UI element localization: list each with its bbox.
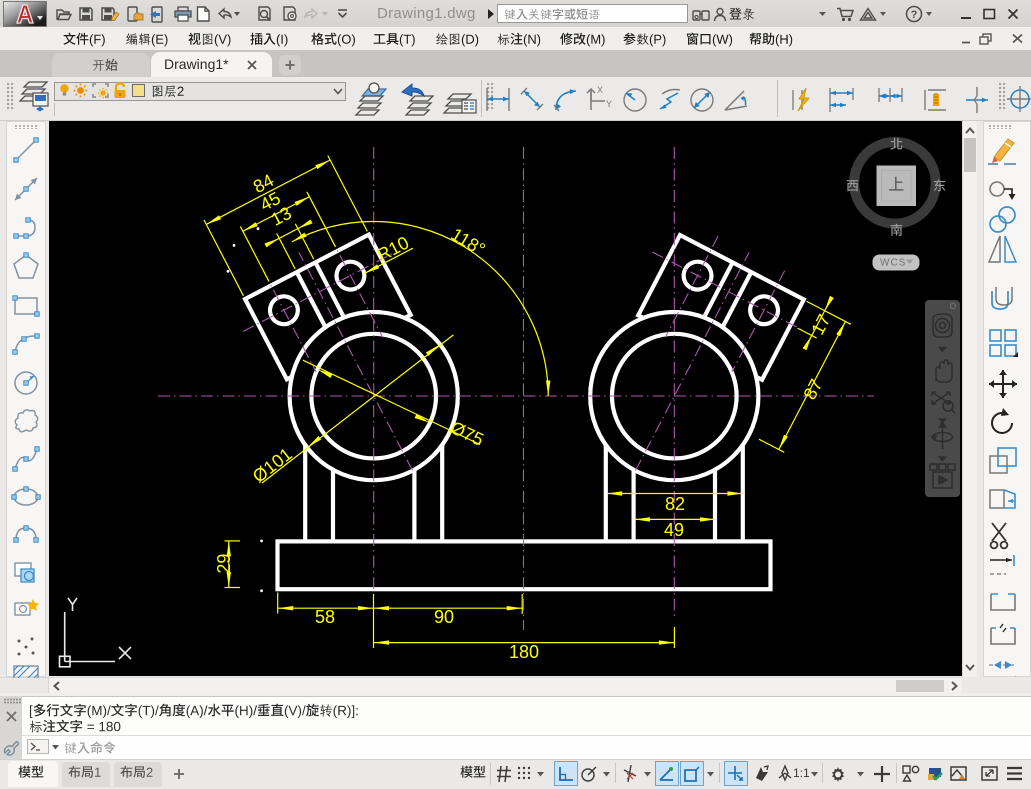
svg-text:180: 180 [509,642,539,662]
svg-text:X: X [597,85,603,95]
svg-text:49: 49 [664,520,684,540]
svg-text:58: 58 [315,607,335,627]
svg-text:Y: Y [606,99,612,109]
svg-text:90: 90 [434,607,454,627]
svg-text:82: 82 [665,494,685,514]
svg-text:WCS: WCS [880,258,906,269]
svg-text:29: 29 [214,554,234,574]
svg-text:?: ? [911,9,918,21]
